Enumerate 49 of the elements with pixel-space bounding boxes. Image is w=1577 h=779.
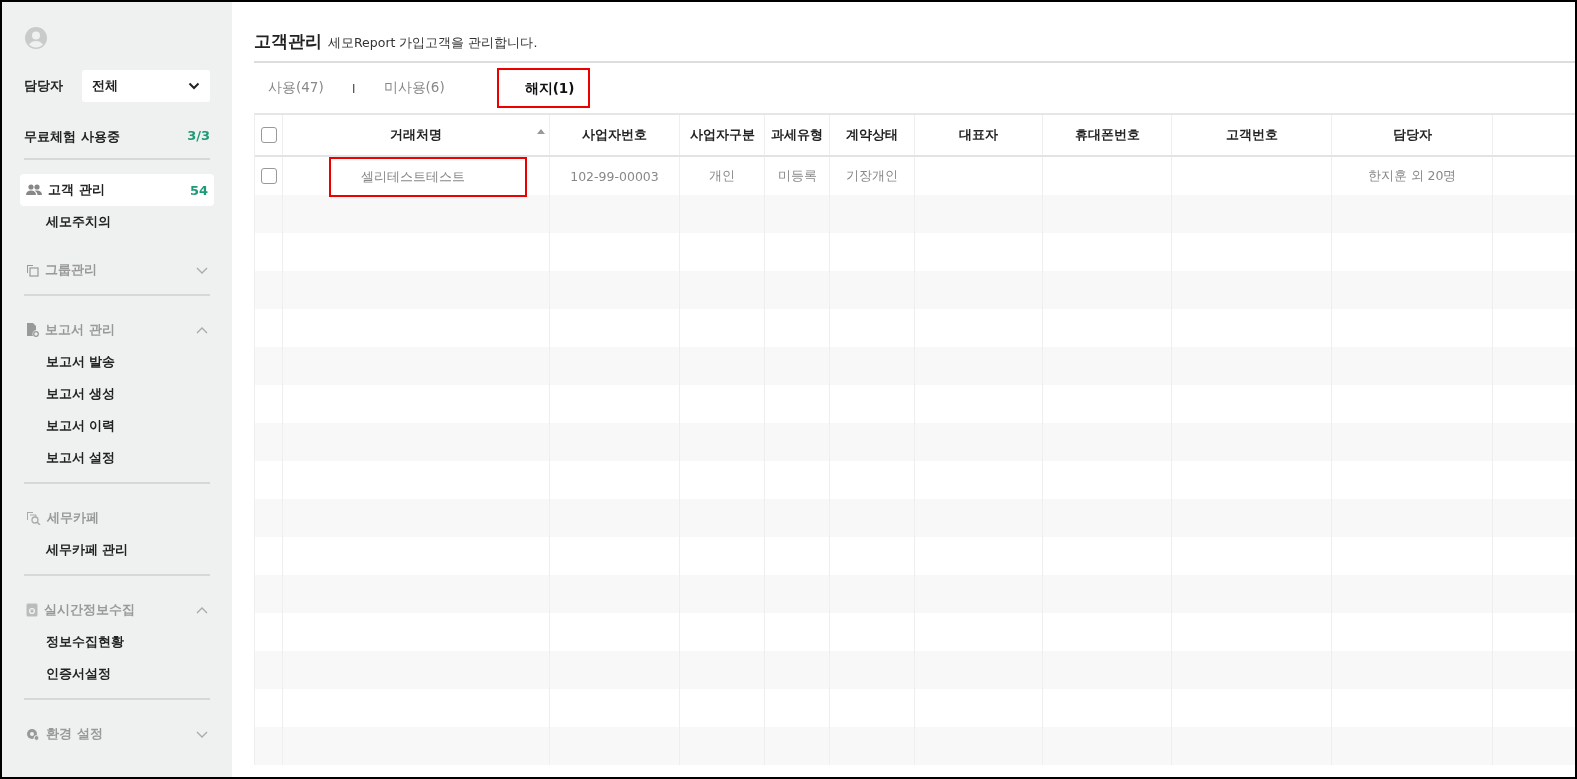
document-icon	[26, 603, 38, 617]
sidebar-subitem[interactable]: 보고서 발송	[24, 346, 210, 378]
documents-icon	[26, 263, 39, 277]
column-header[interactable]: 과세유형	[765, 115, 830, 155]
tab[interactable]: 미사용(6)	[383, 79, 445, 97]
sidebar-subitem[interactable]: 세모주치의	[24, 206, 210, 238]
trial-count: 3/3	[187, 128, 210, 145]
table-cell: 102-99-00003	[570, 168, 659, 184]
tab[interactable]: 해지(1)	[498, 70, 589, 106]
column-header[interactable]: 담당자	[1332, 115, 1493, 155]
sidebar-subitem[interactable]: 보고서 이력	[24, 410, 210, 442]
select-all-checkbox[interactable]	[260, 127, 277, 143]
user-avatar-icon[interactable]	[24, 26, 48, 50]
table-cell: 개인	[709, 167, 735, 185]
column-header[interactable]: 거래처명	[283, 115, 550, 155]
item-count: 54	[189, 182, 208, 198]
chevron-up-icon	[196, 326, 208, 334]
manager-label: 담당자	[24, 77, 63, 95]
gear-icon	[26, 727, 40, 741]
table-cell: 기장개인	[846, 167, 898, 185]
page-title: 고객관리	[254, 30, 322, 53]
column-header[interactable]: 사업자구분	[680, 115, 765, 155]
chevron-down-icon	[188, 82, 200, 90]
manager-select[interactable]: 전체	[82, 70, 210, 102]
chevron-down-icon	[196, 266, 208, 274]
column-header[interactable]: 대표자	[915, 115, 1043, 155]
tab-separator: I	[351, 80, 356, 96]
trial-label: 무료체험 사용중	[24, 128, 120, 146]
column-header[interactable]: 휴대폰번호	[1043, 115, 1172, 155]
column-header[interactable]: 사업자번호	[550, 115, 680, 155]
chevron-up-icon	[196, 606, 208, 614]
sidebar-subitem[interactable]: 정보수집현황	[24, 626, 210, 658]
page-description: 세모Report 가입고객을 관리합니다.	[328, 35, 538, 52]
table-cell: 셀리테스트테스트	[329, 157, 527, 197]
row-checkbox[interactable]	[260, 168, 277, 184]
sidebar-subitem[interactable]: 인증서설정	[24, 658, 210, 690]
document-gear-icon	[26, 323, 39, 337]
chevron-down-icon	[196, 730, 208, 738]
tab[interactable]: 사용(47)	[268, 79, 324, 97]
sidebar-subitem[interactable]: 세무카페 관리	[24, 534, 210, 566]
table-cell: 미등록	[777, 167, 817, 185]
column-header[interactable]: 계약상태	[830, 115, 915, 155]
column-header[interactable]: 고객번호	[1172, 115, 1332, 155]
sidebar-subitem[interactable]: 보고서 설정	[24, 442, 210, 474]
people-icon	[26, 184, 42, 196]
sidebar-item[interactable]: 고객 관리 54	[20, 174, 214, 206]
sidebar-subitem[interactable]: 보고서 생성	[24, 378, 210, 410]
documents-search-icon	[26, 511, 41, 525]
table-cell: 한지훈 외 20명	[1367, 167, 1457, 185]
